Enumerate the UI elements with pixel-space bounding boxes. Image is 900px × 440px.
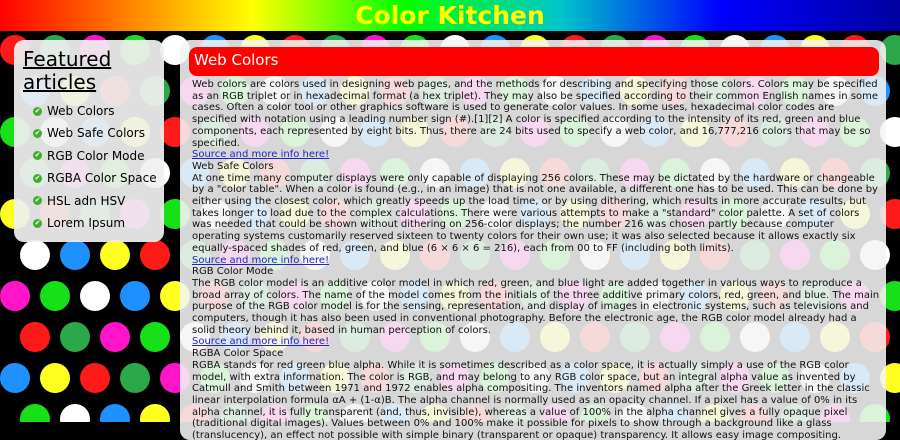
page-title: Web Colors (189, 47, 879, 76)
article-section-rgba-color-space: RGBA Color Space RGBA stands for red gre… (192, 348, 880, 440)
check-circle-icon: ✔ (33, 151, 42, 161)
sidebar-item-web-colors[interactable]: ✔ Web Colors (33, 100, 164, 122)
section-heading: RGBA Color Space (192, 348, 284, 360)
background-dot (120, 281, 150, 311)
featured-articles-sidebar: Featured articles ✔ Web Colors ✔ Web Safe … (14, 40, 164, 242)
sidebar-title: Featured articles (23, 47, 112, 94)
background-dot (140, 404, 170, 422)
article-section-web-safe-colors: Web Safe Colors At one time many compute… (192, 161, 880, 266)
background-dot (40, 363, 70, 393)
section-heading: RGB Color Mode (192, 266, 274, 278)
check-circle-icon: ✔ (33, 129, 42, 139)
section-text: At one time many computer displays were … (192, 172, 878, 254)
sidebar-item-label: RGBA Color Space (47, 171, 157, 186)
background-dot (20, 240, 50, 270)
background-dot (40, 281, 70, 311)
check-circle-icon: ✔ (33, 173, 42, 183)
background-dot (120, 363, 150, 393)
sidebar-item-rgb-color-mode[interactable]: ✔ RGB Color Mode (33, 145, 164, 167)
main-content-panel: Web Colors Web colors are colors used in… (180, 40, 886, 440)
source-link[interactable]: Source and more info here! (192, 336, 880, 348)
site-header: Color Kitchen (0, 0, 900, 31)
check-circle-icon: ✔ (33, 106, 42, 116)
article-section-rgb-color-mode: RGB Color Mode The RGB color model is an… (192, 266, 880, 348)
sidebar-item-label: Web Safe Colors (47, 126, 145, 141)
background-dot (80, 363, 110, 393)
background-dot (20, 322, 50, 352)
section-heading: Web Safe Colors (192, 160, 274, 172)
source-link[interactable]: Source and more info here! (192, 149, 880, 161)
source-link[interactable]: Source and more info here! (192, 255, 880, 267)
sidebar-item-web-safe-colors[interactable]: ✔ Web Safe Colors (33, 122, 164, 144)
background-dot (100, 404, 130, 422)
check-circle-icon: ✔ (33, 196, 42, 206)
background-dot (80, 281, 110, 311)
sidebar-item-label: HSL adn HSV (47, 193, 126, 208)
background-dot (20, 404, 50, 422)
background-dot (140, 322, 170, 352)
background-dot (60, 240, 90, 270)
section-text: RGBA stands for red green blue alpha. Wh… (192, 359, 870, 440)
background-dot (100, 322, 130, 352)
article-body: Web colors are colors used in designing … (180, 76, 886, 440)
sidebar-item-rgba-color-space[interactable]: ✔ RGBA Color Space (33, 167, 164, 189)
background-dot (60, 404, 90, 422)
article-section-web-colors: Web colors are colors used in designing … (192, 79, 880, 161)
background-dot (100, 240, 130, 270)
section-text: The RGB color model is an additive color… (192, 277, 880, 336)
check-circle-icon: ✔ (33, 218, 42, 228)
sidebar-item-lorem-ipsum[interactable]: ✔ Lorem Ipsum (33, 212, 164, 234)
site-title: Color Kitchen (355, 1, 545, 30)
sidebar-item-label: Lorem Ipsum (47, 215, 126, 230)
sidebar-item-label: RGB Color Mode (47, 148, 145, 163)
background-dot (0, 281, 30, 311)
sidebar-item-hsl-hsv[interactable]: ✔ HSL adn HSV (33, 190, 164, 212)
background-dot (0, 363, 30, 393)
background-dot (60, 322, 90, 352)
background-dot (140, 240, 170, 270)
featured-articles-list: ✔ Web Colors ✔ Web Safe Colors ✔ RGB Color … (14, 100, 164, 234)
section-text: Web colors are colors used in designing … (192, 79, 879, 149)
sidebar-item-label: Web Colors (47, 104, 115, 118)
